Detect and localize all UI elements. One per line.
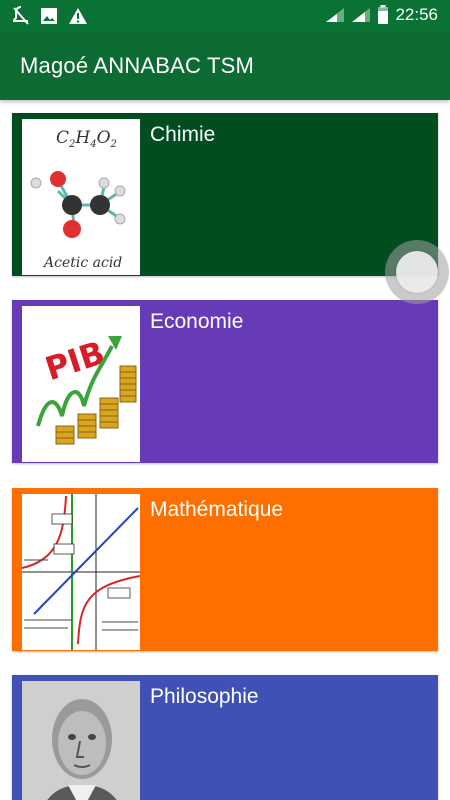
- signal-icon: [352, 8, 371, 22]
- subject-list[interactable]: C2H4O2 Acetic acid Chimie PIB Economie M…: [0, 100, 450, 800]
- battery-icon: [378, 5, 389, 24]
- subject-card-chimie[interactable]: C2H4O2 Acetic acid Chimie: [12, 113, 438, 276]
- chemistry-thumbnail: C2H4O2 Acetic acid: [22, 119, 140, 275]
- subject-card-mathematique[interactable]: Mathématique: [12, 488, 438, 651]
- touch-indicator: [396, 251, 438, 293]
- app-title: Magoé ANNABAC TSM: [20, 53, 255, 78]
- signal-icon: [326, 8, 345, 22]
- subject-label: Philosophie: [150, 685, 259, 708]
- warning-icon: [69, 8, 87, 24]
- clock: 22:56: [395, 5, 438, 24]
- subject-card-philosophie[interactable]: Philosophie: [12, 675, 438, 800]
- status-bar: 22:56: [0, 0, 450, 33]
- image-icon: [41, 8, 57, 24]
- svg-text:C2H4O2: C2H4O2: [56, 128, 117, 150]
- philosophy-thumbnail: [22, 681, 140, 800]
- subject-label: Chimie: [150, 123, 216, 146]
- app-bar: Magoé ANNABAC TSM: [0, 33, 450, 100]
- touch-ripple: [385, 240, 449, 304]
- subject-label: Economie: [150, 310, 244, 333]
- image-caption: PIB: [41, 333, 110, 388]
- image-caption: Acetic acid: [42, 255, 122, 271]
- economy-thumbnail: PIB: [22, 306, 140, 462]
- notifications-off-icon: [13, 6, 29, 25]
- subject-card-economie[interactable]: PIB Economie: [12, 300, 438, 463]
- math-thumbnail: [22, 494, 140, 650]
- subject-label: Mathématique: [150, 498, 284, 521]
